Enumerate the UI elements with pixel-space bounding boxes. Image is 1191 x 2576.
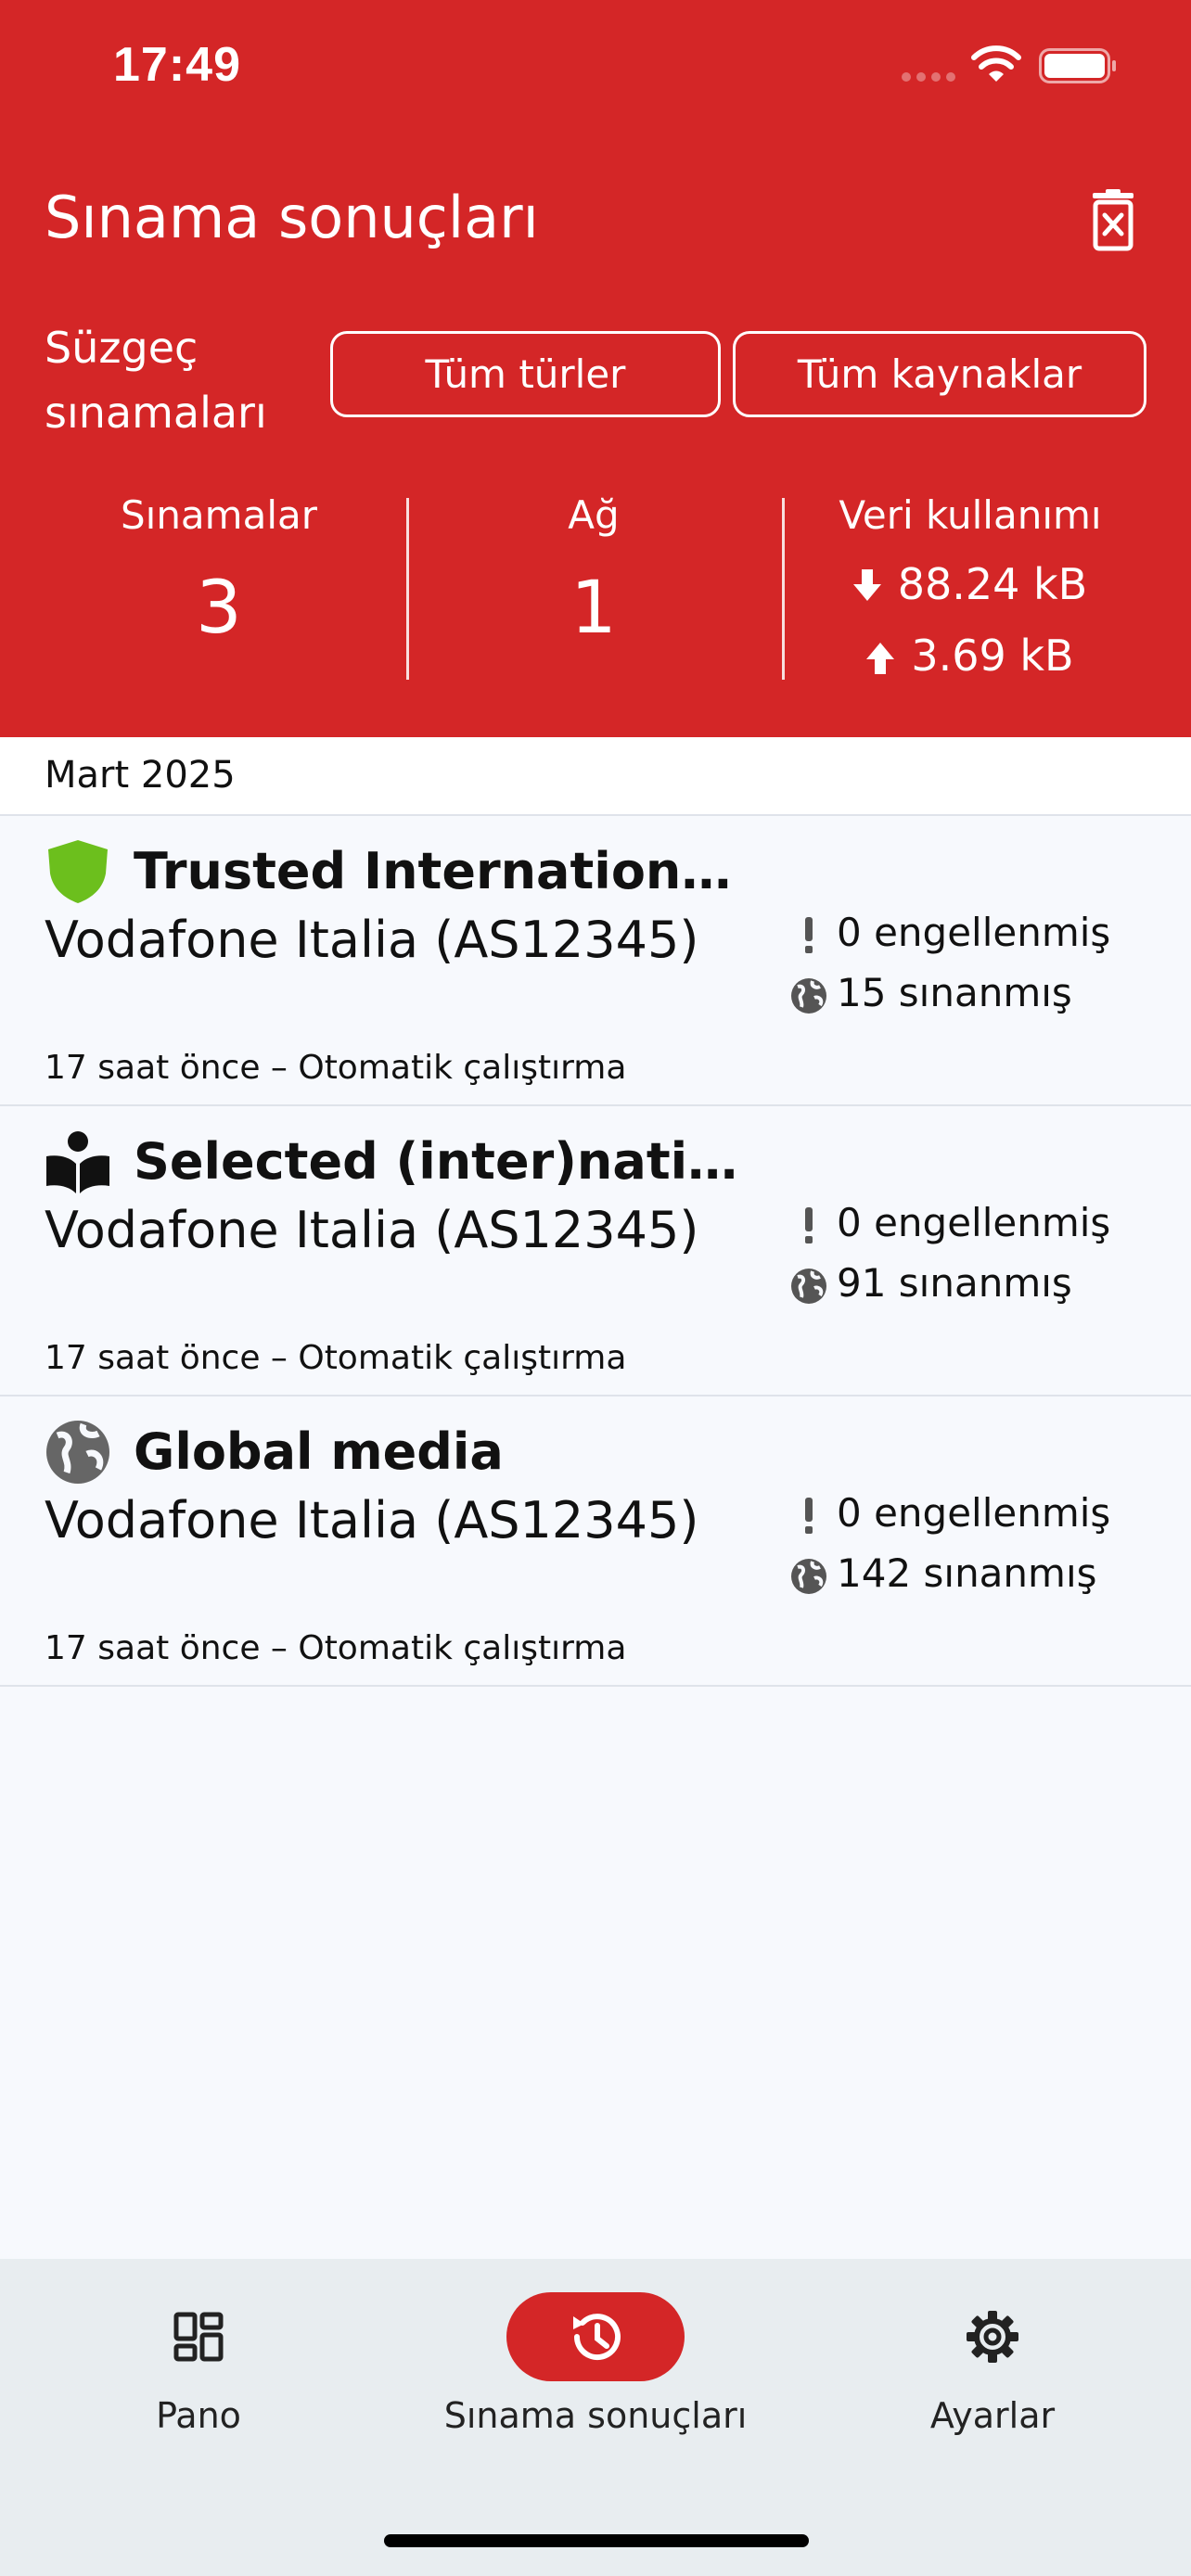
gear-icon [967, 2311, 1018, 2363]
tested-count: 91 sınanmış [788, 1257, 1072, 1309]
stat-tests: Sınamalar 3 [33, 490, 404, 655]
month-label: Mart 2025 [45, 754, 236, 797]
stat-tests-label: Sınamalar [120, 492, 317, 538]
upload-usage: 3.69 kB [785, 628, 1156, 683]
result-title: Global media [134, 1422, 504, 1481]
result-row[interactable]: Global media Vodafone Italia (AS12345) 1… [0, 1396, 1191, 1687]
nav-settings-icon-wrap [903, 2292, 1082, 2381]
shield-icon [48, 840, 108, 903]
filter-types-button[interactable]: Tüm türler [330, 331, 721, 417]
globe-icon [791, 977, 826, 1014]
result-network: Vodafone Italia (AS12345) [45, 911, 699, 969]
page-title: Sınama sonuçları [45, 184, 539, 251]
exclamation-icon [805, 1206, 813, 1243]
arrow-down-icon [852, 569, 881, 601]
nav-settings[interactable]: Ayarlar [794, 2259, 1191, 2491]
dashboard-icon [173, 2312, 224, 2362]
stat-networks-value: 1 [570, 567, 617, 650]
nav-results[interactable]: Sınama sonuçları [397, 2259, 794, 2491]
result-meta: 17 saat önce – Otomatik çalıştırma [45, 1339, 627, 1377]
blocked-count: 0 engellenmiş [788, 1487, 1110, 1539]
stat-tests-value: 3 [196, 567, 242, 650]
tested-count: 15 sınanmış [788, 967, 1072, 1019]
blocked-count: 0 engellenmiş [788, 1197, 1110, 1249]
battery-icon [1039, 48, 1116, 83]
tested-count-text: 15 sınanmış [837, 970, 1072, 1015]
tested-count: 142 sınanmış [788, 1548, 1097, 1600]
result-title: Trusted International Me... [134, 842, 764, 900]
blocked-count: 0 engellenmiş [788, 907, 1110, 959]
delete-all-button[interactable] [1085, 189, 1141, 252]
status-bar: 17:49 [0, 0, 1191, 130]
globe-icon [46, 1421, 109, 1484]
home-indicator [384, 2534, 809, 2547]
nav-results-label: Sınama sonuçları [443, 2395, 748, 2436]
stat-data-usage: Veri kullanımı 88.24 kB 3.69 kB [785, 490, 1156, 683]
month-section-header: Mart 2025 [0, 737, 1191, 816]
nav-settings-label: Ayarlar [929, 2395, 1056, 2436]
app-header: 17:49 Sınama sonuçları Süzgeç sınamaları… [0, 0, 1191, 737]
wifi-icon [971, 45, 1021, 82]
tested-count-text: 142 sınanmış [837, 1550, 1097, 1596]
cellular-signal-icon [902, 72, 957, 83]
download-usage: 88.24 kB [785, 556, 1156, 612]
exclamation-icon [805, 1497, 813, 1534]
nav-dashboard[interactable]: Pano [0, 2259, 397, 2491]
upload-value: 3.69 kB [911, 631, 1074, 681]
blocked-count-text: 0 engellenmiş [837, 910, 1111, 955]
arrow-up-icon [866, 643, 895, 674]
tested-count-text: 91 sınanmış [837, 1260, 1072, 1306]
exclamation-icon [805, 916, 813, 953]
blocked-count-text: 0 engellenmiş [837, 1200, 1111, 1245]
filter-label: Süzgeç sınamaları [45, 323, 267, 438]
history-icon [573, 2314, 621, 2361]
result-network: Vodafone Italia (AS12345) [45, 1491, 699, 1549]
nav-results-icon-wrap [506, 2292, 685, 2381]
blocked-count-text: 0 engellenmiş [837, 1490, 1111, 1536]
result-row[interactable]: Selected (inter)national ... Vodafone It… [0, 1106, 1191, 1396]
stat-networks-label: Ağ [568, 492, 620, 538]
globe-icon [791, 1558, 826, 1594]
result-row[interactable]: Trusted International Me... Vodafone Ita… [0, 816, 1191, 1106]
result-meta: 17 saat önce – Otomatik çalıştırma [45, 1049, 627, 1087]
bottom-navigation: Pano Sınama sonuçları Ayarlar [0, 2259, 1191, 2576]
stat-data-label: Veri kullanımı [839, 492, 1102, 538]
stat-networks: Ağ 1 [408, 490, 779, 655]
download-value: 88.24 kB [897, 559, 1088, 609]
nav-dashboard-icon-wrap [109, 2292, 288, 2381]
result-title: Selected (inter)national ... [134, 1132, 764, 1191]
status-time: 17:49 [113, 38, 241, 92]
globe-icon [791, 1268, 826, 1304]
nav-dashboard-label: Pano [156, 2395, 241, 2436]
result-meta: 17 saat önce – Otomatik çalıştırma [45, 1629, 627, 1667]
result-network: Vodafone Italia (AS12345) [45, 1201, 699, 1259]
reader-icon [46, 1131, 109, 1193]
filter-sources-button[interactable]: Tüm kaynaklar [733, 331, 1146, 417]
